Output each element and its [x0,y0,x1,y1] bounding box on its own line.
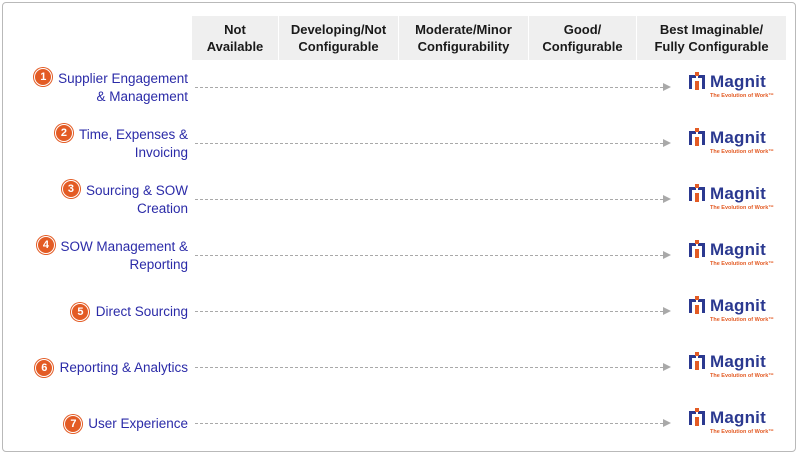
capability-number-badge: 7 [64,415,83,433]
capability-row: 6 Reporting & Analytics Magnit The Evolutio… [0,348,800,388]
magnit-logo-tagline: The Evolution of Work™ [710,149,774,155]
column-header: Not Available [206,22,264,54]
magnit-logo-tagline: The Evolution of Work™ [710,261,774,267]
arrow-right-icon [663,419,671,427]
magnit-logo-icon [689,128,705,146]
column-header: Good/ Configurable [528,16,636,60]
arrow-right-icon [663,195,671,203]
magnit-logo-tagline: The Evolution of Work™ [710,429,774,435]
magnit-logo-word: Magnit [710,184,766,203]
arrow-right-icon [663,83,671,91]
magnit-logo-word: Magnit [710,352,766,371]
capability-label-text: Direct Sourcing [95,304,188,319]
capability-label: 6 Reporting & Analytics [35,348,188,388]
rating-connector-line [195,423,663,424]
magnit-logo-word: Magnit [710,296,766,315]
magnit-logo-icon [689,184,705,202]
capability-label: 1 Supplier Engagement & Management [34,68,188,108]
magnit-logo-word: Magnit [710,128,766,147]
magnit-logo: Magnit The Evolution of Work™ [688,182,788,218]
capability-label-text: Reporting & Analytics [59,360,188,375]
magnit-logo-tagline: The Evolution of Work™ [710,317,774,323]
arrow-right-icon [663,251,671,259]
column-header: Moderate/Minor Configurability [398,16,528,60]
capability-label-text: SOW Management & Reporting [60,239,188,272]
magnit-logo-tagline: The Evolution of Work™ [710,373,774,379]
capability-number-badge: 4 [36,236,55,254]
rating-connector-line [195,87,663,88]
magnit-logo-tagline: The Evolution of Work™ [710,93,774,99]
capability-number-badge: 2 [54,124,73,142]
capability-number-badge: 3 [61,180,80,198]
magnit-logo: Magnit The Evolution of Work™ [688,350,788,386]
capability-row: 5 Direct Sourcing Magnit The Evolution of W… [0,292,800,332]
capability-number-badge: 5 [71,303,90,321]
magnit-logo-icon [689,240,705,258]
magnit-logo: Magnit The Evolution of Work™ [688,294,788,330]
capability-row: 2 Time, Expenses & Invoicing Magnit The Evo… [0,124,800,164]
capability-label: 5 Direct Sourcing [71,292,188,332]
capability-number-badge: 6 [35,359,54,377]
capability-label: 3 Sourcing & SOW Creation [61,180,188,220]
magnit-logo-word: Magnit [710,240,766,259]
magnit-logo: Magnit The Evolution of Work™ [688,238,788,274]
rating-scale-header: Not Available Developing/Not Configurabl… [192,16,786,60]
magnit-logo: Magnit The Evolution of Work™ [688,126,788,162]
magnit-logo-word: Magnit [710,72,766,91]
magnit-logo-icon [689,296,705,314]
capability-number-badge: 1 [34,68,53,86]
rating-connector-line [195,199,663,200]
capability-label: 7 User Experience [64,404,188,444]
rating-connector-line [195,367,663,368]
arrow-right-icon [663,139,671,147]
rating-connector-line [195,143,663,144]
magnit-logo-word: Magnit [710,408,766,427]
column-header: Best Imaginable/ Fully Configurable [636,16,786,60]
capability-label-text: Supplier Engagement & Management [58,71,188,104]
magnit-logo-icon [689,352,705,370]
magnit-logo-icon [689,408,705,426]
capability-row: 7 User Experience Magnit The Evolution of W… [0,404,800,444]
capability-row: 4 SOW Management & Reporting Magnit The Evo… [0,236,800,276]
magnit-logo: Magnit The Evolution of Work™ [688,406,788,442]
arrow-right-icon [663,363,671,371]
capability-label-text: User Experience [88,416,188,431]
rating-connector-line [195,255,663,256]
magnit-logo: Magnit The Evolution of Work™ [688,70,788,106]
column-header: Developing/Not Configurable [278,16,398,60]
capability-label: 2 Time, Expenses & Invoicing [54,124,188,164]
capability-label: 4 SOW Management & Reporting [36,236,188,276]
capability-row: 3 Sourcing & SOW Creation Magnit The Evolut… [0,180,800,220]
magnit-logo-icon [689,72,705,90]
magnit-logo-tagline: The Evolution of Work™ [710,205,774,211]
capability-label-text: Sourcing & SOW Creation [85,183,188,216]
rating-connector-line [195,311,663,312]
capability-row: 1 Supplier Engagement & Management Magnit T… [0,68,800,108]
arrow-right-icon [663,307,671,315]
capability-label-text: Time, Expenses & Invoicing [78,127,188,160]
